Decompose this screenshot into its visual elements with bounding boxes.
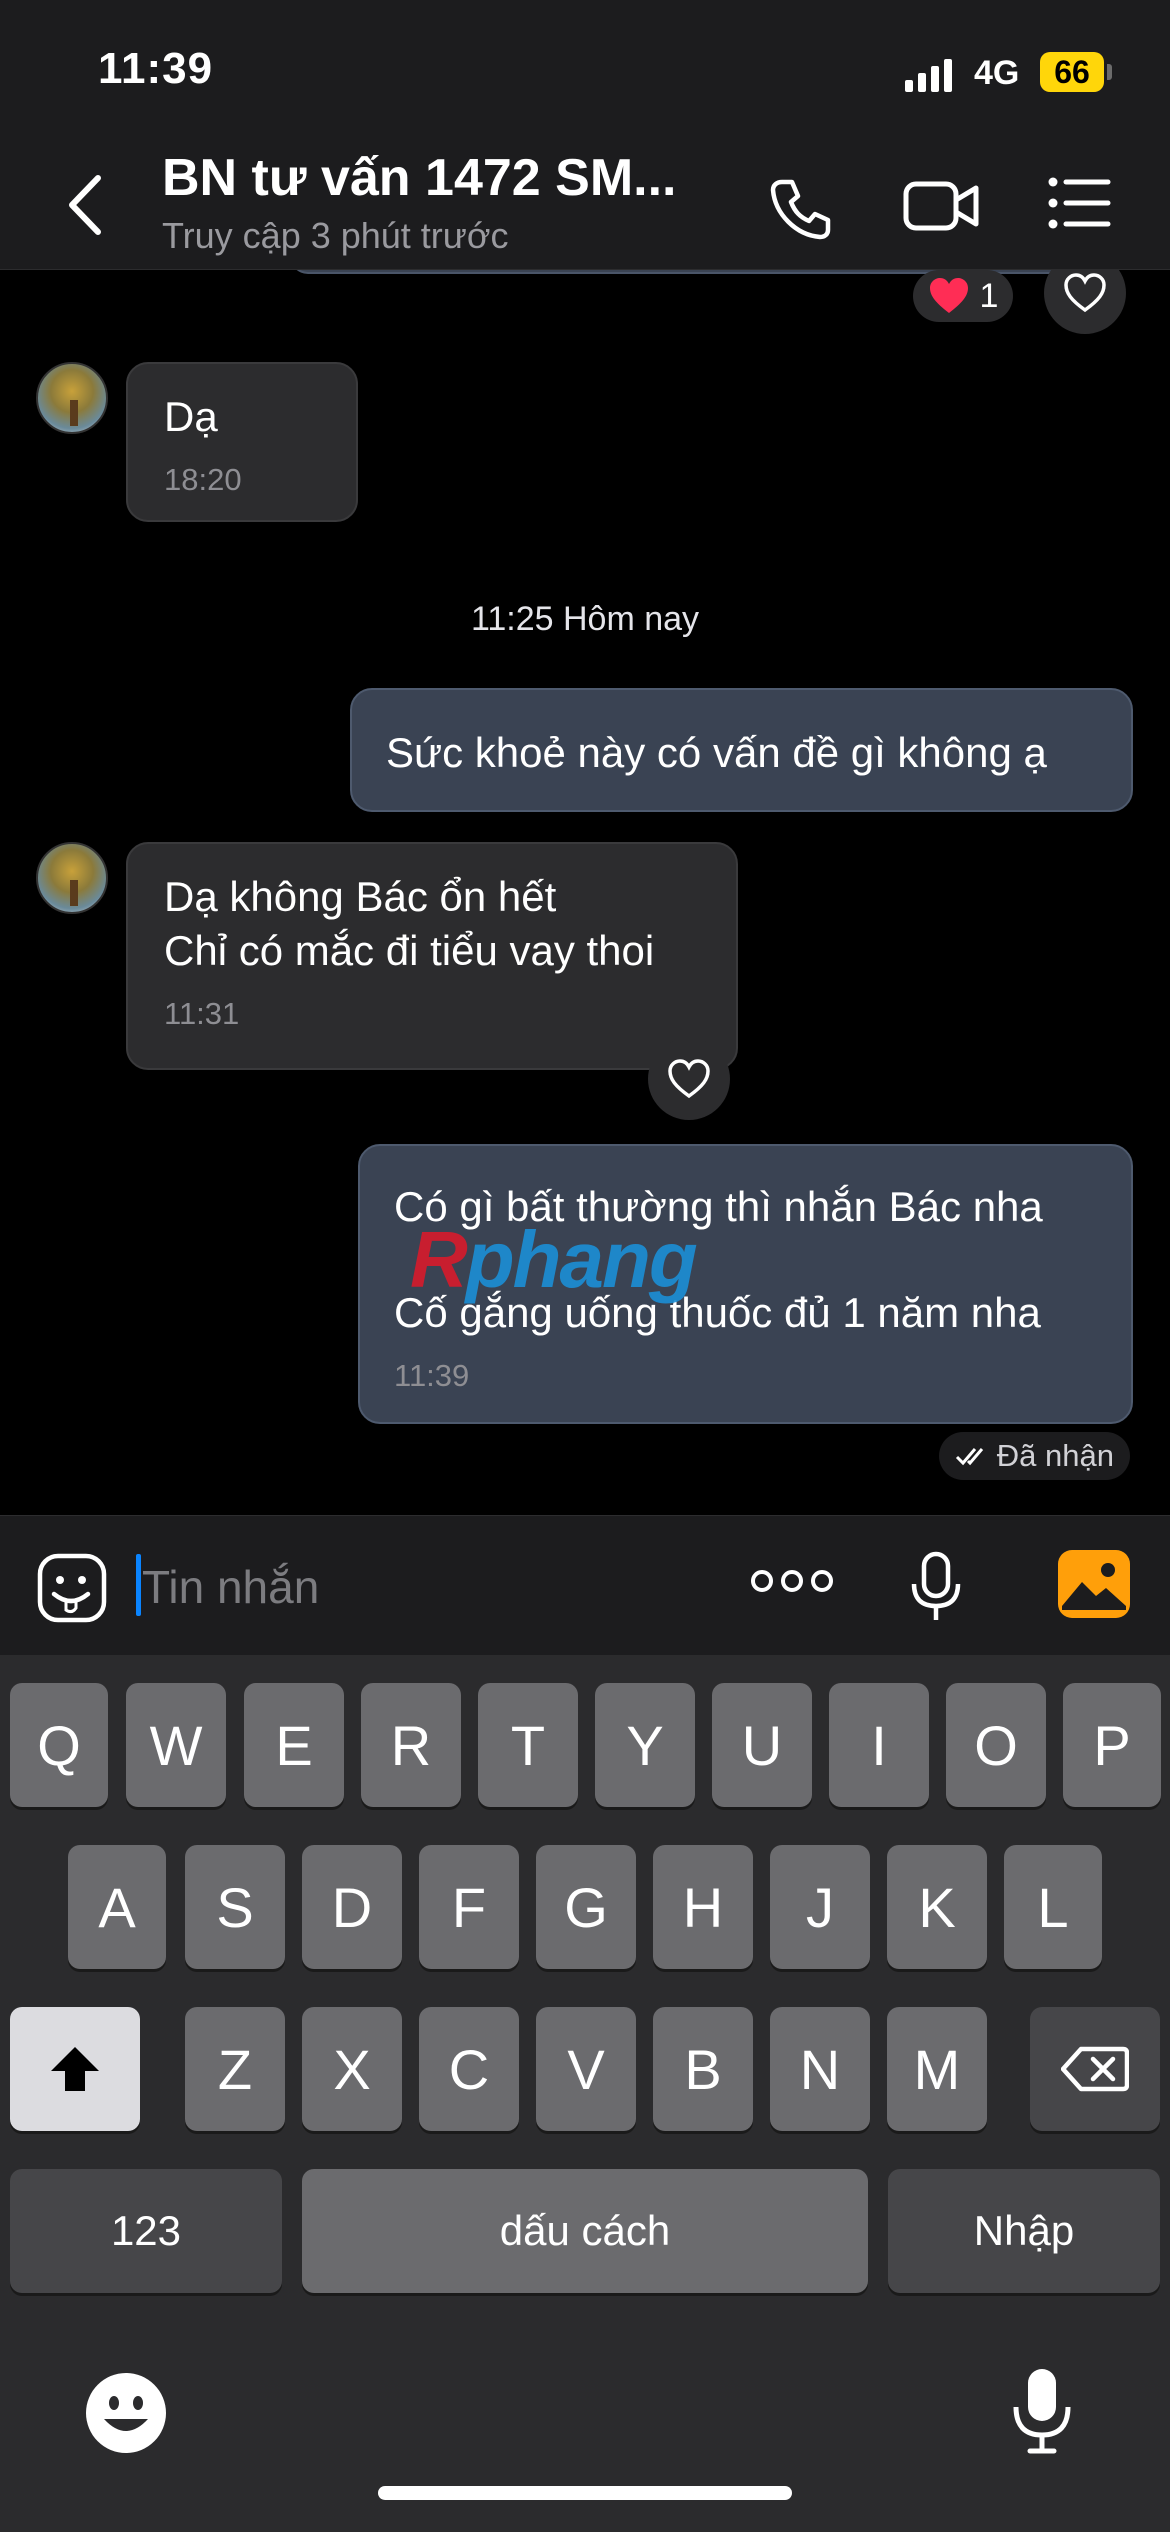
enter-key[interactable]: Nhập [888,2169,1160,2293]
message-list[interactable]: 1 Dạ 18:20 11:25 Hôm nay Sức khoẻ này có… [0,270,1170,1515]
dictation-button[interactable] [1010,2365,1074,2462]
key-x[interactable]: X [302,2007,402,2131]
photo-picker-button[interactable] [1056,1548,1132,1625]
microphone-icon [1013,2369,1071,2454]
more-dots-icon [751,1570,833,1592]
message-bubble-incoming[interactable]: Dạ 18:20 [126,362,358,522]
space-key[interactable]: dấu cách [302,2169,868,2293]
message-time: 11:39 [394,1358,470,1393]
key-v[interactable]: V [536,2007,636,2131]
key-u[interactable]: U [712,1683,812,1807]
key-a[interactable]: A [68,1845,166,1969]
message-bubble-incoming[interactable]: Dạ không Bác ổn hết Chỉ có mắc đi tiểu v… [126,842,738,1070]
message-text: Dạ [164,393,218,440]
key-m[interactable]: M [887,2007,987,2131]
video-camera-icon [903,181,979,231]
phone-icon [770,179,831,240]
key-t[interactable]: T [478,1683,578,1807]
last-seen-status: Truy cập 3 phút trước [162,215,509,256]
react-heart-button[interactable] [648,1038,730,1120]
options-menu-button[interactable] [1048,176,1112,235]
call-button[interactable] [768,176,834,247]
key-y[interactable]: Y [595,1683,695,1807]
react-heart-button[interactable] [1044,270,1126,334]
contact-avatar[interactable] [36,362,108,434]
backspace-icon [1061,2046,1129,2092]
key-h[interactable]: H [653,1845,753,1969]
heart-outline-icon [1064,273,1106,313]
message-text: Chỉ có mắc đi tiểu vay thoi [164,927,655,974]
day-separator: 11:25 Hôm nay [470,600,700,638]
message-text: Sức khoẻ này có vấn đề gì không ạ [386,729,1047,776]
sticker-button[interactable] [36,1552,108,1629]
shift-key[interactable] [10,2007,140,2131]
key-d[interactable]: D [302,1845,402,1969]
status-time: 11:39 [98,44,214,93]
key-q[interactable]: Q [10,1683,108,1807]
network-type: 4G [974,54,1020,92]
heart-emoji-icon [929,278,968,313]
reaction-count: 1 [979,276,999,315]
back-chevron-icon [69,175,101,235]
watermark-logo: Rphang [410,1215,698,1304]
key-g[interactable]: G [536,1845,636,1969]
backspace-key[interactable] [1030,2007,1160,2131]
key-j[interactable]: J [770,1845,870,1969]
key-n[interactable]: N [770,2007,870,2131]
message-bubble-outgoing[interactable]: Sức khoẻ này có vấn đề gì không ạ [350,688,1133,812]
emoji-keyboard-button[interactable] [84,2371,168,2460]
battery-tip-icon [1107,64,1112,80]
message-text: Dạ không Bác ổn hết [164,873,557,920]
menu-list-icon [1048,177,1111,229]
message-time: 18:20 [164,462,242,497]
key-s[interactable]: S [185,1845,285,1969]
key-o[interactable]: O [946,1683,1046,1807]
key-z[interactable]: Z [185,2007,285,2131]
photo-gallery-icon [1058,1550,1130,1618]
message-input[interactable]: Tin nhắn [142,1560,319,1614]
text-cursor [136,1554,141,1616]
message-time: 11:31 [164,996,240,1031]
key-r[interactable]: R [361,1683,461,1807]
onscreen-keyboard: Q W E R T Y U I O P A S D F G H J K L Z … [0,1655,1170,2532]
sticker-face-icon [37,1553,107,1623]
microphone-icon [911,1551,961,1620]
emoji-smile-icon [86,2373,166,2453]
more-options-button[interactable] [750,1566,834,1601]
signal-strength-icon [905,58,953,92]
double-check-icon [955,1448,983,1466]
key-p[interactable]: P [1063,1683,1161,1807]
chat-header: 11:39 4G 66 BN tư vấn 1472 SM... Truy cậ… [0,0,1170,270]
shift-arrow-icon [51,2047,99,2091]
back-button[interactable] [62,170,112,240]
delivery-status: Đã nhận [938,1432,1130,1480]
key-k[interactable]: K [887,1845,987,1969]
key-c[interactable]: C [419,2007,519,2131]
composer-bar: Tin nhắn [0,1515,1170,1655]
numbers-key[interactable]: 123 [10,2169,282,2293]
contact-avatar[interactable] [36,842,108,914]
conversation-title[interactable]: BN tư vấn 1472 SM... [162,148,677,208]
video-call-button[interactable] [902,176,980,241]
reaction-pill[interactable]: 1 [913,270,1013,322]
key-b[interactable]: B [653,2007,753,2131]
heart-outline-icon [668,1059,710,1099]
home-indicator[interactable] [378,2486,792,2500]
key-i[interactable]: I [829,1683,929,1807]
battery-level: 66 [1040,52,1104,92]
key-e[interactable]: E [244,1683,344,1807]
voice-message-button[interactable] [910,1550,962,1629]
key-f[interactable]: F [419,1845,519,1969]
key-w[interactable]: W [126,1683,226,1807]
key-l[interactable]: L [1004,1845,1102,1969]
